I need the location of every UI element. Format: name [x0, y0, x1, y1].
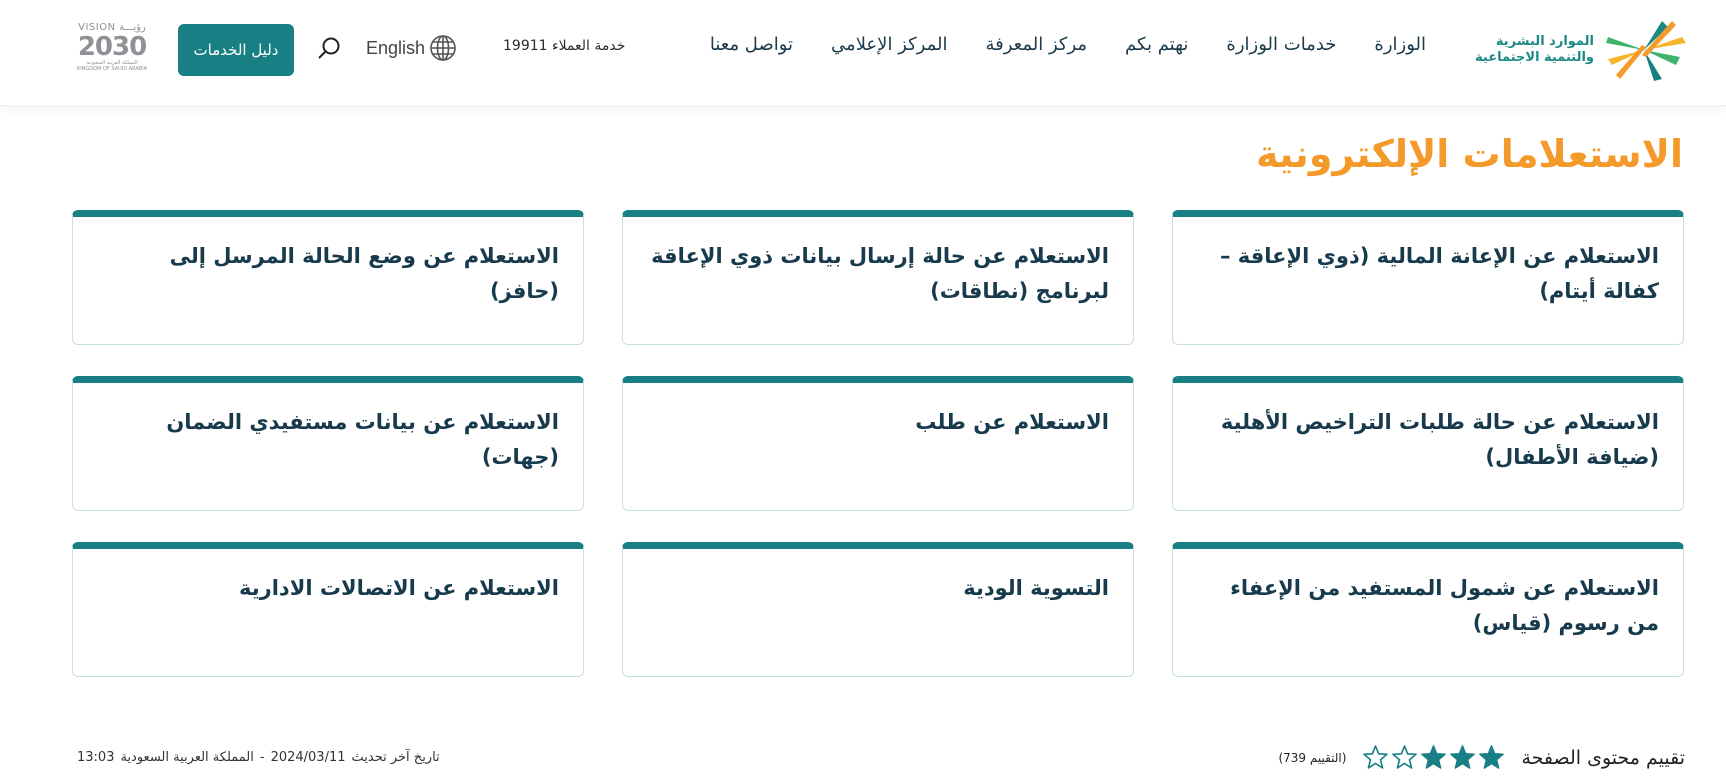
card-title: الاستعلام عن طلب [915, 410, 1109, 434]
customer-service-number[interactable]: خدمة العملاء 19911 [503, 38, 625, 54]
last-update-label: تاريخ آخر تحديث [351, 750, 440, 765]
language-switch[interactable]: English [366, 34, 457, 62]
inquiry-card[interactable]: الاستعلام عن شمول المستفيد من الإعفاء من… [1172, 542, 1684, 677]
inquiry-card[interactable]: الاستعلام عن حالة طلبات التراخيص الأهلية… [1172, 376, 1684, 511]
nav-knowledge-center[interactable]: مركز المعرفة [985, 34, 1087, 55]
ministry-name: الموارد البشرية والتنمية الاجتماعية [1475, 34, 1594, 65]
inquiry-card[interactable]: الاستعلام عن وضع الحالة المرسل إلى (حافز… [72, 210, 584, 345]
site-header: الموارد البشرية والتنمية الاجتماعية الوز… [0, 0, 1726, 106]
search-icon[interactable] [316, 36, 342, 62]
card-title: الاستعلام عن وضع الحالة المرسل إلى (حافز… [169, 244, 559, 303]
main-nav: الوزارة خدمات الوزارة نهتم بكم مركز المع… [710, 34, 1426, 55]
rating-count: (التقييم 739) [1278, 750, 1347, 765]
inquiry-card[interactable]: الاستعلام عن الاتصالات الادارية [72, 542, 584, 677]
card-title: الاستعلام عن حالة إرسال بيانات ذوي الإعا… [651, 244, 1109, 303]
nav-ministry-services[interactable]: خدمات الوزارة [1226, 34, 1336, 55]
page-rating: تقييم محتوى الصفحة (التقييم 739) [1278, 744, 1685, 771]
last-update: تاريخ آخر تحديث 2024/03/11 - المملكة الع… [77, 750, 440, 765]
star-empty-icon[interactable] [1391, 744, 1418, 771]
star-filled-icon[interactable] [1420, 744, 1447, 771]
star-filled-icon[interactable] [1449, 744, 1476, 771]
card-title: التسوية الودية [963, 576, 1109, 600]
card-title: الاستعلام عن بيانات مستفيدي الضمان (جهات… [166, 410, 559, 469]
nav-contact-us[interactable]: تواصل معنا [710, 34, 793, 55]
ministry-star-logo-icon [1606, 21, 1686, 81]
last-update-separator: - [259, 750, 265, 765]
vision-2030-logo: VISION رؤيـــة 2030 المملكة العربية السع… [76, 22, 148, 72]
card-title: الاستعلام عن الإعانة المالية (ذوي الإعاق… [1219, 244, 1659, 303]
nav-ministry[interactable]: الوزارة [1374, 34, 1426, 55]
globe-icon [430, 35, 456, 61]
inquiry-card[interactable]: الاستعلام عن حالة إرسال بيانات ذوي الإعا… [622, 210, 1134, 345]
last-update-date: 2024/03/11 [270, 750, 346, 765]
card-title: الاستعلام عن الاتصالات الادارية [239, 576, 559, 600]
last-update-location: المملكة العربية السعودية [120, 750, 254, 765]
ministry-logo[interactable]: الموارد البشرية والتنمية الاجتماعية [1475, 16, 1686, 84]
rating-stars [1362, 744, 1505, 771]
nav-we-care[interactable]: نهتم بكم [1125, 34, 1188, 55]
inquiry-card[interactable]: الاستعلام عن طلب [622, 376, 1134, 511]
star-filled-icon[interactable] [1478, 744, 1505, 771]
services-guide-button[interactable]: دليل الخدمات [178, 24, 294, 76]
nav-media-center[interactable]: المركز الإعلامي [831, 34, 947, 55]
language-label: English [366, 37, 426, 58]
rating-label: تقييم محتوى الصفحة [1521, 746, 1685, 769]
card-title: الاستعلام عن شمول المستفيد من الإعفاء من… [1230, 576, 1659, 635]
inquiry-card[interactable]: الاستعلام عن الإعانة المالية (ذوي الإعاق… [1172, 210, 1684, 345]
inquiry-card[interactable]: الاستعلام عن بيانات مستفيدي الضمان (جهات… [72, 376, 584, 511]
page-title: الاستعلامات الإلكترونية [1256, 132, 1683, 176]
inquiry-card[interactable]: التسوية الودية [622, 542, 1134, 677]
card-title: الاستعلام عن حالة طلبات التراخيص الأهلية… [1220, 410, 1659, 469]
star-empty-icon[interactable] [1362, 744, 1389, 771]
last-update-time: 13:03 [77, 750, 115, 765]
